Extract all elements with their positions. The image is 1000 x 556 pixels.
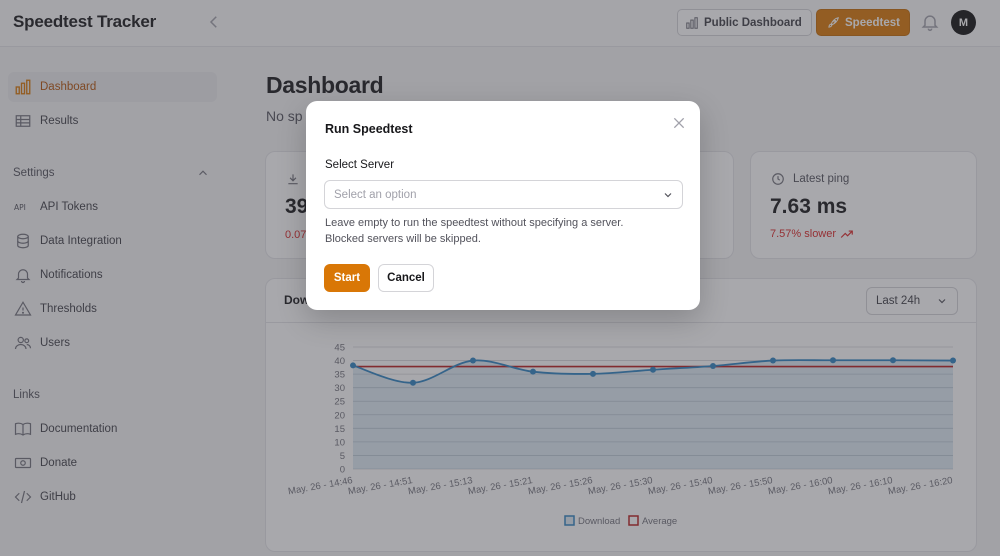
- run-speedtest-modal: Run Speedtest Select Server Select an op…: [306, 101, 700, 310]
- close-icon[interactable]: [671, 115, 687, 131]
- cancel-button[interactable]: Cancel: [378, 264, 434, 292]
- server-help-text: Leave empty to run the speedtest without…: [325, 215, 670, 247]
- server-select-placeholder: Select an option: [334, 188, 417, 201]
- chevron-down-icon: [664, 192, 672, 197]
- help-text-line: Leave empty to run the speedtest without…: [325, 217, 624, 229]
- start-button[interactable]: Start: [324, 264, 370, 292]
- select-server-label: Select Server: [325, 159, 395, 171]
- help-text-line: Blocked servers will be skipped.: [325, 233, 481, 245]
- modal-title: Run Speedtest: [325, 122, 413, 136]
- server-select[interactable]: Select an option: [324, 180, 683, 209]
